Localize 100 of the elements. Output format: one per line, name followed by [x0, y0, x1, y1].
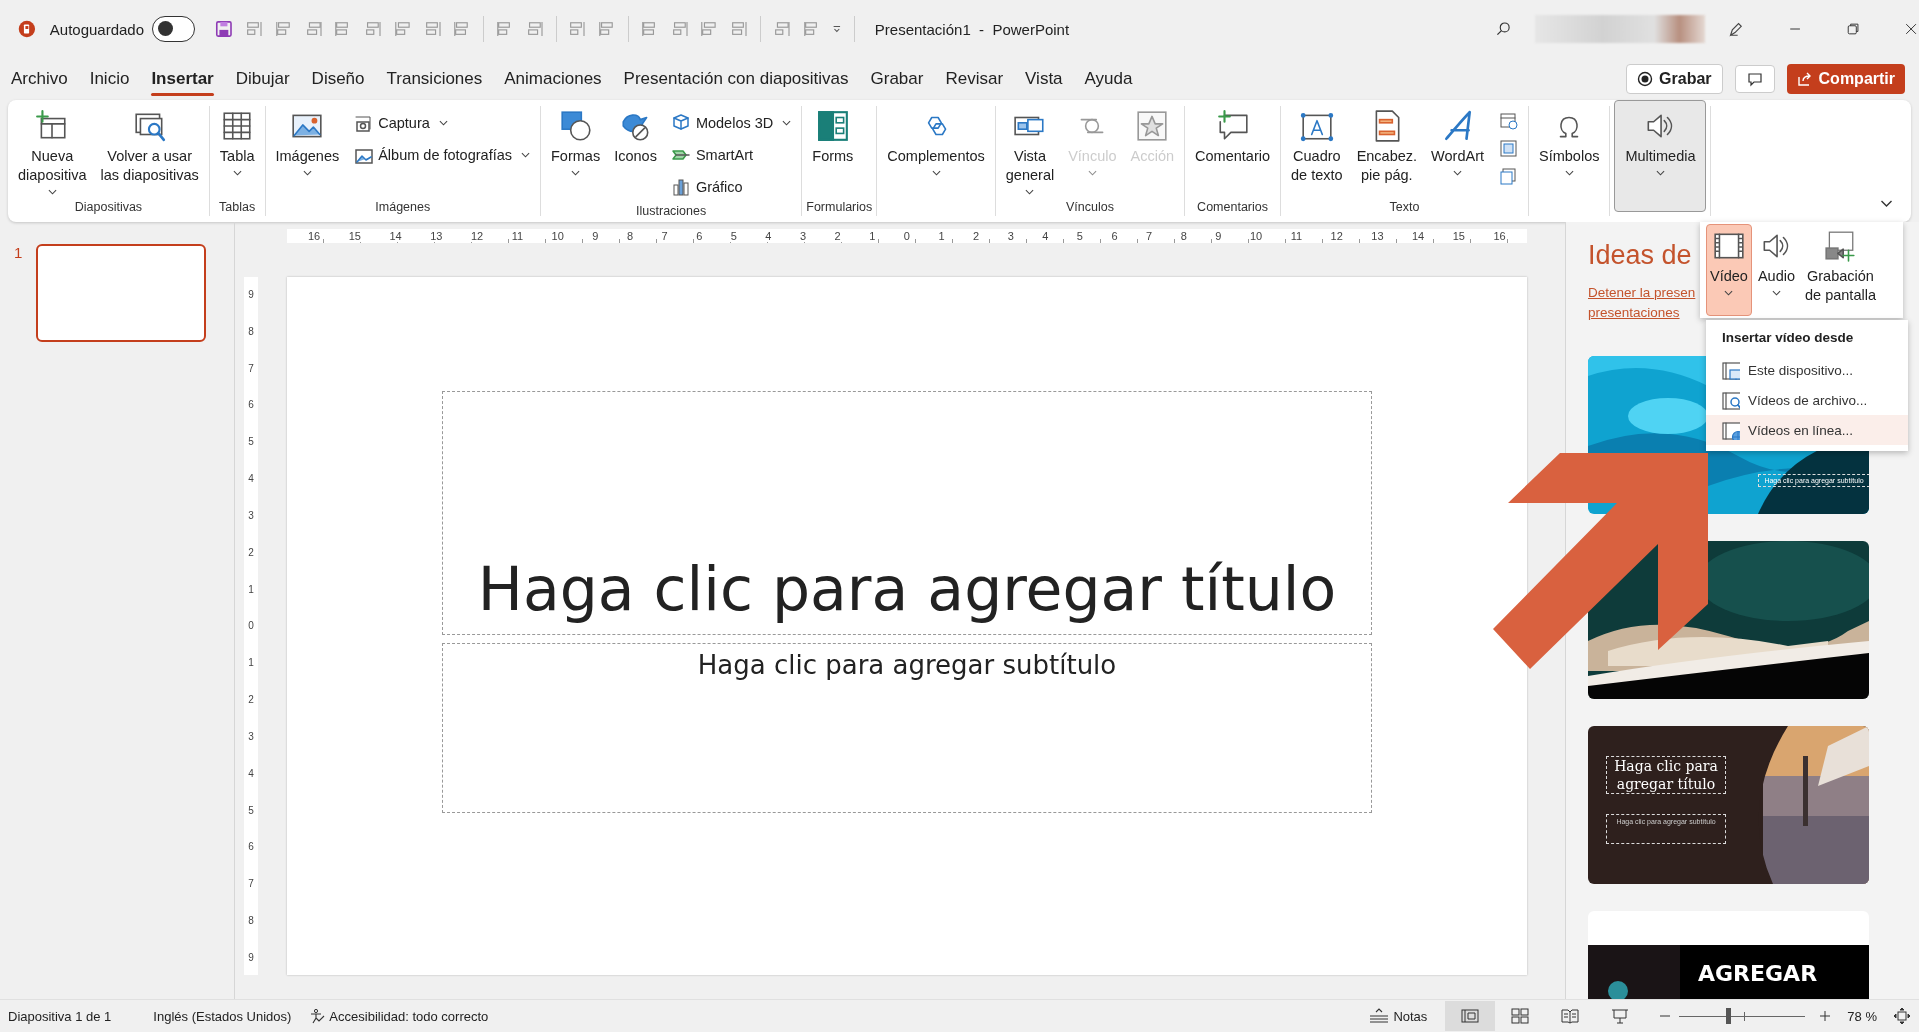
ribbon-button[interactable]: SmartArt	[666, 142, 796, 168]
fit-to-window-icon[interactable]	[1893, 1007, 1911, 1025]
slide-thumbnail[interactable]	[36, 244, 207, 342]
ribbon-tab[interactable]: Presentación con diapositivas	[614, 61, 858, 97]
group-label: Texto	[1389, 200, 1420, 214]
ruler-number: 4	[1041, 230, 1050, 242]
ribbon-tab[interactable]: Transiciones	[377, 61, 492, 97]
ruler-number: 12	[1329, 230, 1344, 242]
menu-button[interactable]: Grabación de pantalla	[1801, 224, 1880, 316]
group-label: Formularios	[806, 200, 873, 214]
ribbon-button[interactable]: Gráfico	[666, 174, 796, 200]
account-placeholder[interactable]	[1535, 15, 1705, 43]
ribbon-button[interactable]: Cuadro de texto	[1285, 106, 1349, 200]
group-label: Comentarios	[1197, 200, 1268, 214]
ruler-number: 1	[248, 657, 254, 669]
ruler-number: 15	[347, 230, 362, 242]
bar-chart-icon	[670, 177, 691, 197]
presentation-icon	[1611, 1008, 1630, 1024]
caret-icon	[931, 170, 941, 176]
ribbon-button[interactable]: Símbolos	[1533, 106, 1606, 200]
zoom-slider-thumb[interactable]	[1726, 1008, 1732, 1024]
ribbon-tab[interactable]: Vista	[1016, 61, 1072, 97]
ruler-number: 2	[248, 546, 254, 558]
ruler-number: 14	[388, 230, 403, 242]
group-label: Diapositivas	[74, 200, 143, 214]
menu-item[interactable]: Este dispositivo...	[1706, 355, 1908, 385]
ruler-number: 16	[307, 230, 322, 242]
ribbon-button[interactable]: Captura	[349, 110, 534, 136]
group-label: Tablas	[219, 200, 256, 214]
ribbon-tab[interactable]: Dibujar	[226, 61, 299, 97]
ribbon-button[interactable]: Formas	[545, 106, 607, 200]
window-title: Presentación1 - PowerPoint	[874, 20, 1070, 38]
save-icon[interactable]	[215, 18, 233, 40]
group-label: Vínculos	[1065, 200, 1114, 214]
link[interactable]: Detener la presen	[1588, 283, 1696, 303]
caret-icon	[1564, 170, 1574, 176]
ruler-number: 7	[248, 362, 254, 374]
normal-view-icon	[1461, 1008, 1480, 1024]
ruler-number: 4	[764, 230, 773, 242]
share-icon	[1796, 71, 1813, 87]
ribbon-button[interactable]: Álbum de fotografías	[349, 142, 534, 168]
ruler-number: 11	[510, 230, 525, 242]
shapes-icon	[558, 109, 593, 143]
link[interactable]: presentaciones	[1588, 303, 1680, 323]
zoom-in-icon[interactable]	[1819, 1010, 1832, 1022]
ruler-number: 8	[248, 325, 254, 337]
caret-icon	[1771, 290, 1781, 296]
ruler-number: 2	[833, 230, 842, 242]
ribbon-tab[interactable]: Inicio	[80, 61, 139, 97]
ribbon-tab[interactable]: Grabar	[861, 61, 933, 97]
thumbnail-title: Haga clic para agregar título	[1606, 756, 1726, 794]
ribbon-button[interactable]: Multimedia	[1614, 100, 1707, 212]
ruler-number: 5	[1075, 230, 1084, 242]
ribbon-button[interactable]: Forms	[806, 106, 860, 200]
menu-item[interactable]: Vídeos de archivo...	[1706, 385, 1908, 415]
ribbon-button[interactable]: Tabla	[213, 106, 261, 200]
ribbon-tab[interactable]: Animaciones	[495, 61, 611, 97]
menu-item[interactable]: Vídeos en línea...	[1706, 415, 1908, 445]
ribbon-button[interactable]: Nueva diapositiva	[12, 106, 93, 200]
ribbon-tab[interactable]: Archivo	[2, 61, 77, 97]
customize-caret-icon[interactable]	[832, 23, 842, 35]
ruler-number: 2	[248, 694, 254, 706]
ribbon-tab[interactable]: Diseño	[302, 61, 374, 97]
title-placeholder[interactable]: Haga clic para agregar título	[442, 391, 1372, 635]
caret-icon	[1087, 170, 1097, 176]
record-button[interactable]: Grabar	[1626, 64, 1723, 94]
ruler-number: 2	[972, 230, 981, 242]
ruler-number: 11	[1289, 230, 1304, 242]
ribbon-tab[interactable]: Revisar	[936, 61, 1013, 97]
ribbon-button[interactable]: Imágenes	[269, 106, 346, 200]
menu-button[interactable]: Audio	[1753, 224, 1799, 316]
subtitle-placeholder[interactable]: Haga clic para agregar subtítulo	[442, 643, 1372, 813]
ribbon-button[interactable]: Encabez. pie pág.	[1350, 106, 1424, 200]
ruler-number: 14	[1411, 230, 1426, 242]
ribbon-button[interactable]: WordArt	[1425, 106, 1490, 200]
ribbon-button[interactable]: Vista general	[999, 106, 1061, 200]
collapse-ribbon-icon[interactable]	[1880, 200, 1893, 208]
ribbon-button[interactable]: Volver a usar las diapositivas	[94, 106, 205, 200]
caret-icon	[1655, 170, 1665, 176]
calendar-icon	[1498, 110, 1518, 130]
ribbon-tab[interactable]: Insertar	[142, 61, 223, 97]
menu-header: Insertar vídeo desde	[1721, 329, 1855, 347]
comments-button[interactable]	[1734, 65, 1775, 93]
autosave-toggle[interactable]	[152, 16, 196, 42]
ribbon-button[interactable]: Modelos 3D	[666, 110, 796, 136]
notes-button[interactable]: Notas	[1369, 1008, 1428, 1024]
ribbon-button[interactable]: Comentario	[1189, 106, 1277, 200]
ribbon-button[interactable]: Iconos	[608, 106, 663, 200]
caret-icon	[1453, 170, 1463, 176]
panel-title: Ideas de	[1588, 240, 1692, 271]
ribbon-button[interactable]: Complementos	[881, 106, 991, 200]
share-button[interactable]: Compartir	[1786, 64, 1905, 94]
ruler-number: 3	[798, 230, 808, 242]
ribbon-tab[interactable]: Ayuda	[1075, 61, 1142, 97]
slide-number-icon	[1498, 138, 1518, 158]
language-status[interactable]: Inglés (Estados Unidos)	[153, 1008, 292, 1024]
forms-icon	[815, 109, 850, 143]
view-button[interactable]	[1445, 1001, 1496, 1031]
zoom-level[interactable]: 78 %	[1847, 1008, 1877, 1024]
menu-button[interactable]: Vídeo	[1706, 224, 1752, 316]
